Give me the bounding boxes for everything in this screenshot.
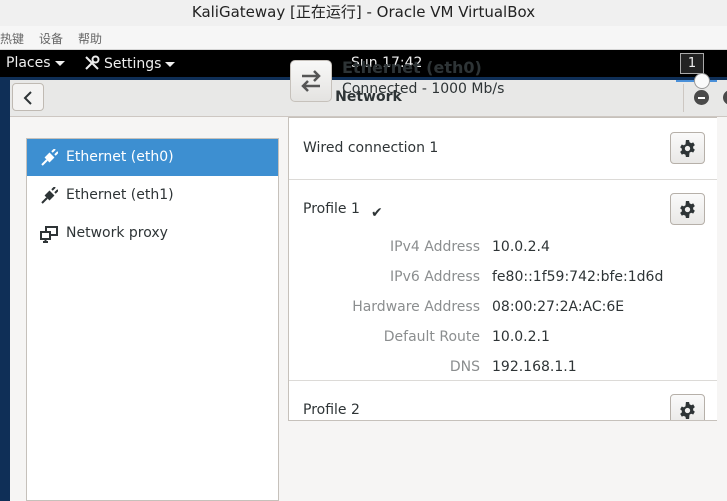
gear-icon [680, 140, 695, 157]
gear-icon [680, 402, 695, 419]
sidebar-item-label: Ethernet (eth0) [66, 149, 174, 165]
vbox-menubar: 热键 设备 帮助 [0, 26, 727, 50]
settings-app-menu[interactable]: Settings [84, 55, 176, 72]
sidebar-item-label: Ethernet (eth1) [66, 187, 174, 203]
settings-label: Settings [104, 56, 162, 72]
sidebar-item-eth0[interactable]: Ethernet (eth0) [27, 139, 278, 176]
default-route-value: 10.0.2.1 [492, 329, 550, 345]
default-route-label: Default Route [383, 329, 480, 345]
places-label: Places [6, 55, 51, 71]
dns-value: 192.168.1.1 [492, 359, 577, 375]
profile-2-label: Profile 2 [303, 402, 360, 418]
profile-1-settings-button[interactable] [670, 193, 705, 225]
ethernet-plug-icon [41, 187, 58, 204]
places-menu[interactable]: Places [6, 55, 65, 71]
ethernet-plug-icon [41, 149, 58, 166]
device-name: Ethernet (eth0) [342, 58, 482, 77]
menu-help[interactable]: 帮助 [78, 30, 102, 47]
sidebar-item-eth1[interactable]: Ethernet (eth1) [27, 177, 278, 214]
profile-1-label: Profile 1 [303, 201, 360, 217]
ipv6-label: IPv6 Address [390, 269, 480, 285]
menu-devices[interactable]: 设备 [39, 30, 63, 47]
hardware-address-label: Hardware Address [352, 299, 480, 315]
settings-tools-icon [85, 55, 100, 70]
network-device-icon [290, 60, 332, 102]
wired-connection-label: Wired connection 1 [303, 140, 439, 156]
dns-label: DNS [449, 359, 480, 375]
device-status: Connected - 1000 Mb/s [342, 81, 505, 97]
menu-hotkeys[interactable]: 热键 [0, 30, 24, 47]
sidebar-item-network-proxy[interactable]: Network proxy [27, 215, 278, 252]
device-sidebar: Ethernet (eth0) Ethernet (eth1) Network … [26, 138, 279, 501]
chevron-down-icon [54, 60, 65, 66]
arrows-exchange-icon [301, 70, 321, 92]
gear-icon [680, 201, 695, 218]
row-divider [289, 380, 717, 381]
ipv4-value: 10.0.2.4 [492, 239, 550, 255]
hardware-address-value: 08:00:27:2A:AC:6E [492, 299, 625, 315]
ipv4-label: IPv4 Address [390, 239, 480, 255]
connection-panel: Wired connection 1 Profile 1 ✔ IPv4 Addr… [288, 117, 717, 421]
ipv6-value: fe80::1f59:742:bfe:1d6d [492, 269, 664, 285]
chevron-down-icon [165, 61, 176, 67]
network-proxy-icon [40, 226, 58, 243]
profile-2-settings-button[interactable] [670, 394, 705, 420]
vbox-window-title: KaliGateway [正在运行] - Oracle VM VirtualBo… [0, 0, 727, 26]
minimize-icon[interactable] [694, 90, 709, 105]
device-toggle-switch[interactable] [694, 73, 710, 89]
active-check-icon: ✔ [371, 205, 383, 221]
header-separator [683, 84, 684, 112]
sidebar-item-label: Network proxy [66, 225, 168, 241]
row-divider [289, 179, 717, 180]
wired-settings-button[interactable] [670, 132, 705, 164]
workspace-indicator[interactable]: 1 [680, 53, 704, 74]
